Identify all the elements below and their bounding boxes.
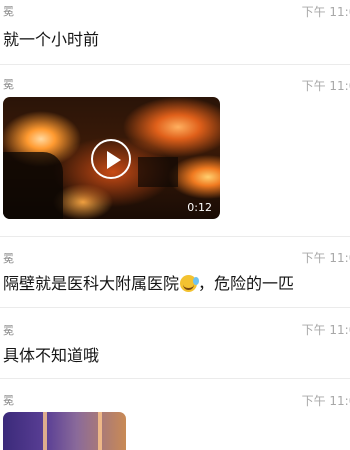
play-icon[interactable] — [91, 139, 131, 179]
message-text[interactable]: 隔壁就是医科大附属医院 ，危险的一匹 — [3, 270, 294, 294]
message-time: 下午 11:05 — [301, 5, 350, 19]
crying-laughing-emoji-icon — [180, 275, 200, 292]
message-text[interactable]: 就一个小时前 — [3, 26, 99, 50]
sender-name: 冕 — [3, 394, 14, 407]
sender-name: 冕 — [3, 324, 14, 337]
divider — [0, 378, 350, 379]
video-frame-shadow — [138, 157, 178, 187]
video-frame-shadow — [3, 152, 63, 219]
message-text-part: ，危险的一匹 — [198, 274, 295, 293]
message-time: 下午 11:06 — [301, 79, 350, 93]
message-time: 下午 11:07 — [301, 251, 350, 265]
image-thumbnail[interactable] — [3, 412, 126, 450]
message-time: 下午 11:08 — [301, 323, 350, 337]
divider — [0, 307, 350, 308]
image-detail — [43, 412, 47, 450]
divider — [0, 64, 350, 65]
image-detail — [98, 412, 102, 450]
sender-name: 冕 — [3, 252, 14, 265]
message-text-part: 隔壁就是医科大附属医院 — [3, 274, 180, 293]
chat-history: 冕 下午 11:05 就一个小时前 冕 下午 11:06 0:12 冕 下午 1… — [0, 0, 350, 450]
message-time: 下午 11:09 — [301, 394, 350, 408]
message-text[interactable]: 具体不知道哦 — [3, 342, 99, 366]
sender-name: 冕 — [3, 78, 14, 91]
divider — [0, 236, 350, 237]
video-thumbnail[interactable]: 0:12 — [3, 97, 220, 219]
video-duration: 0:12 — [187, 201, 212, 214]
sender-name: 冕 — [3, 5, 14, 18]
